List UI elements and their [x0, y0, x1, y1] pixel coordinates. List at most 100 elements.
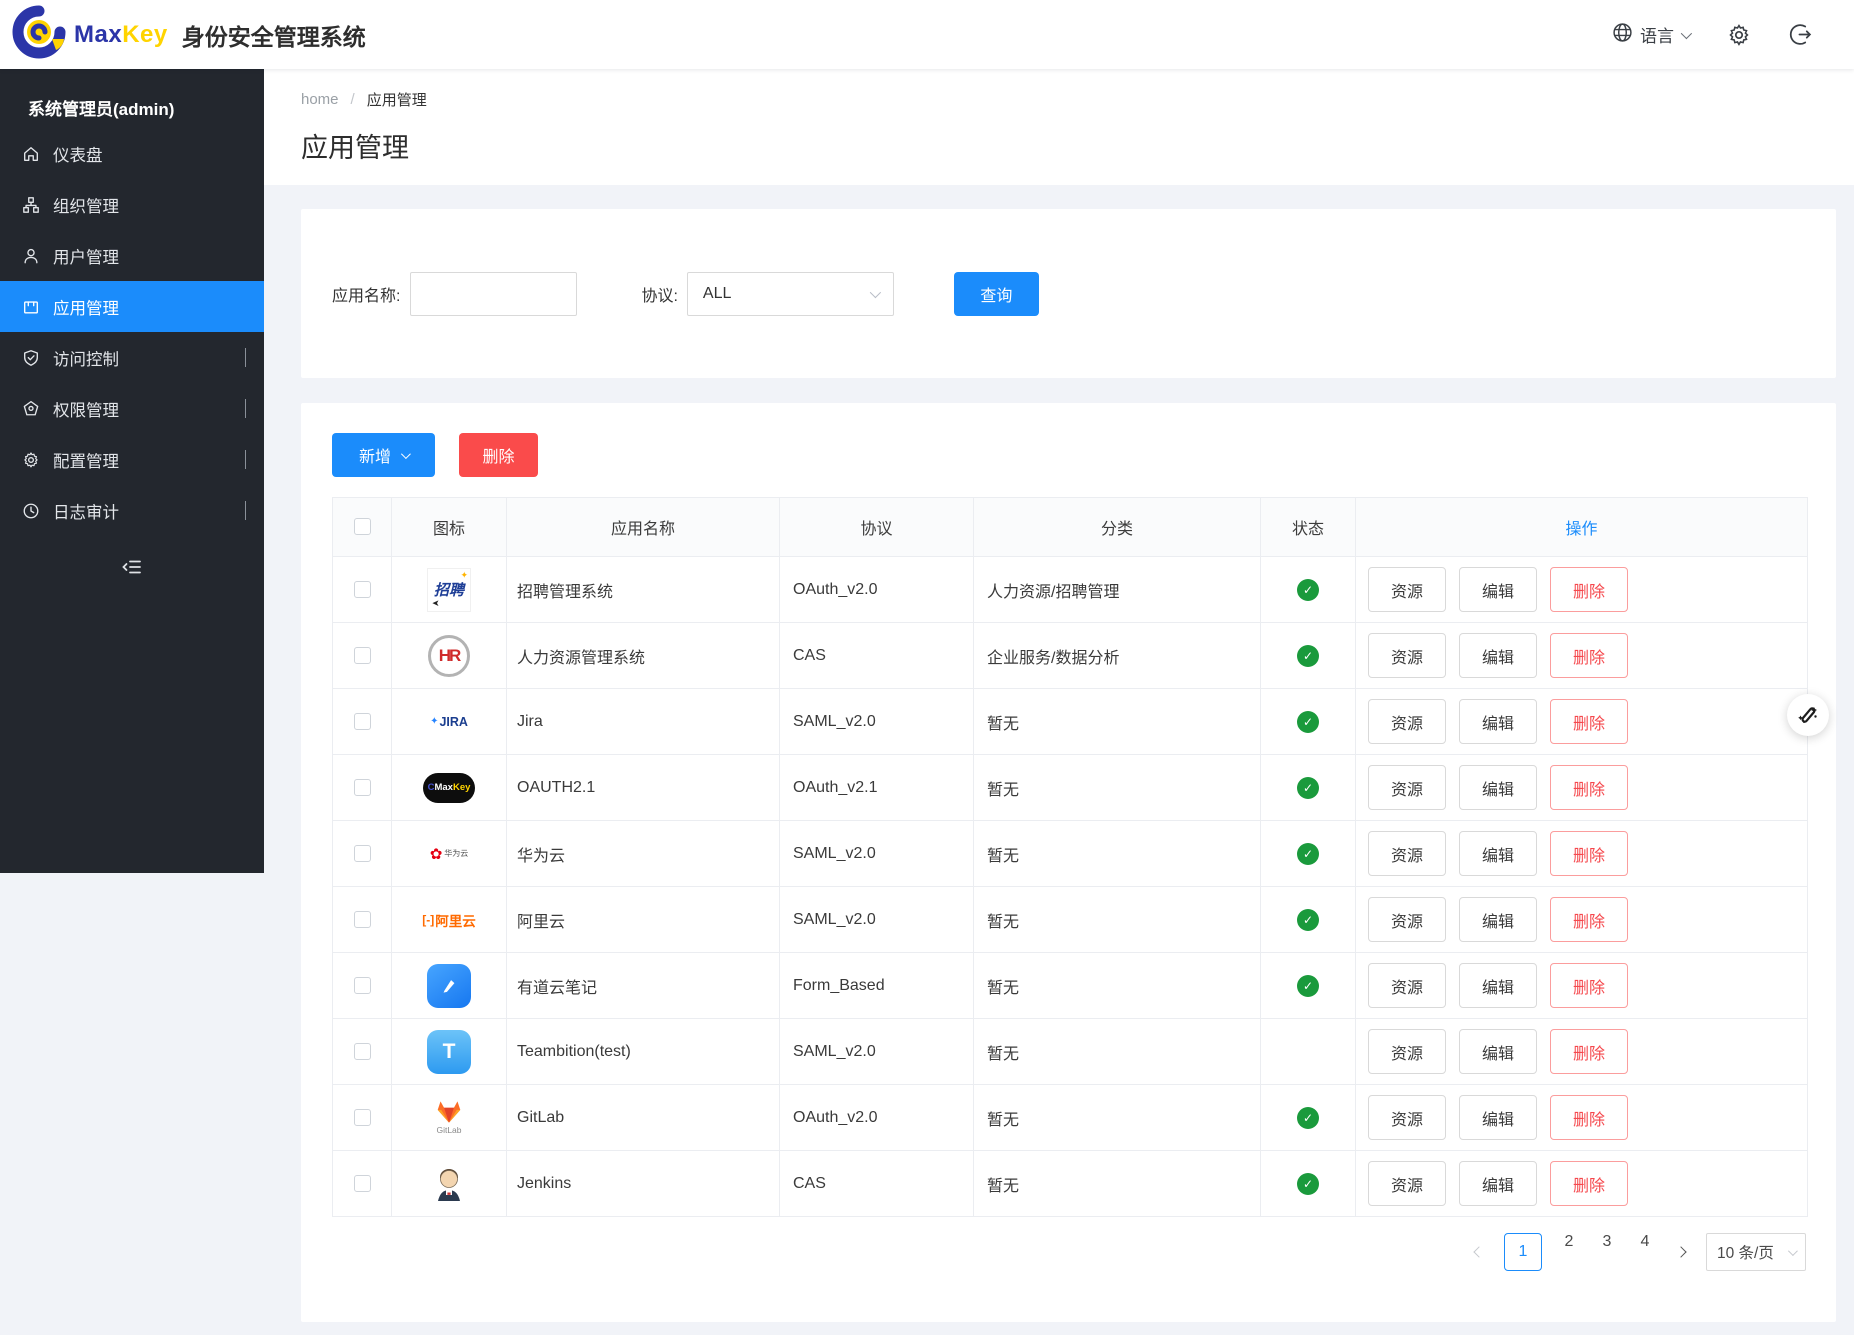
row-delete-button[interactable]: 删除 [1550, 567, 1628, 612]
resource-button[interactable]: 资源 [1368, 1095, 1446, 1140]
row-checkbox[interactable] [354, 845, 371, 862]
page-title: 应用管理 [301, 126, 1854, 165]
resource-button[interactable]: 资源 [1368, 897, 1446, 942]
column-header-protocol: 协议 [780, 498, 974, 557]
sidebar-item-1[interactable]: 组织管理 [0, 179, 264, 230]
edit-button[interactable]: 编辑 [1459, 567, 1537, 612]
chevron-down-icon [245, 399, 246, 418]
row-delete-button[interactable]: 删除 [1550, 699, 1628, 744]
protocol-cell: OAuth_v2.0 [780, 1085, 974, 1151]
resource-button[interactable]: 资源 [1368, 963, 1446, 1008]
protocol-cell: SAML_v2.0 [780, 887, 974, 953]
row-delete-button[interactable]: 删除 [1550, 1095, 1628, 1140]
resource-button[interactable]: 资源 [1368, 699, 1446, 744]
resource-button[interactable]: 资源 [1368, 765, 1446, 810]
breadcrumb-current: 应用管理 [367, 89, 427, 110]
resource-button[interactable]: 资源 [1368, 1161, 1446, 1206]
sidebar-item-5[interactable]: 权限管理 [0, 383, 264, 434]
row-delete-button[interactable]: 删除 [1550, 765, 1628, 810]
row-delete-button[interactable]: 删除 [1550, 897, 1628, 942]
sidebar-item-6[interactable]: 配置管理 [0, 434, 264, 485]
resource-button[interactable]: 资源 [1368, 567, 1446, 612]
table-row-4: ✿华为云华为云SAML_v2.0暂无✓资源编辑删除 [333, 821, 1808, 887]
protocol-cell: CAS [780, 1151, 974, 1217]
pagination-page-3[interactable]: 3 [1596, 1233, 1618, 1271]
maxkey-logo: CMaxKey [423, 779, 475, 796]
row-checkbox[interactable] [354, 1175, 371, 1192]
row-delete-button[interactable]: 删除 [1550, 1029, 1628, 1074]
category-cell: 人力资源/招聘管理 [974, 557, 1261, 623]
table-row-2: ✦JIRAJiraSAML_v2.0暂无✓资源编辑删除 [333, 689, 1808, 755]
sidebar-item-0[interactable]: 仪表盘 [0, 128, 264, 179]
delete-button[interactable]: 删除 [459, 433, 538, 477]
row-checkbox[interactable] [354, 977, 371, 994]
huaweicloud-logo: ✿华为云 [427, 845, 471, 862]
chevron-down-icon [245, 501, 246, 520]
sidebar-item-label: 配置管理 [53, 448, 119, 472]
pagination-page-1[interactable]: 1 [1504, 1233, 1542, 1271]
protocol-select[interactable]: ALL [687, 272, 894, 316]
sidebar-item-3[interactable]: 应用管理 [0, 281, 264, 332]
language-selector[interactable]: 语言 [1612, 22, 1689, 48]
resource-button[interactable]: 资源 [1368, 633, 1446, 678]
edit-button[interactable]: 编辑 [1459, 831, 1537, 876]
status-active-badge: ✓ [1297, 711, 1319, 733]
app-name-cell: OAUTH2.1 [507, 755, 780, 821]
app-name-input[interactable] [410, 272, 577, 316]
category-cell: 暂无 [974, 755, 1261, 821]
row-checkbox[interactable] [354, 1043, 371, 1060]
category-cell: 暂无 [974, 953, 1261, 1019]
search-button[interactable]: 查询 [954, 272, 1039, 316]
edit-button[interactable]: 编辑 [1459, 1095, 1537, 1140]
page-size-select[interactable]: 10 条/页 [1706, 1233, 1806, 1271]
breadcrumb-home-link[interactable]: home [301, 91, 339, 108]
edit-button[interactable]: 编辑 [1459, 963, 1537, 1008]
row-checkbox[interactable] [354, 581, 371, 598]
jenkins-logo [427, 1175, 471, 1192]
status-active-badge: ✓ [1297, 975, 1319, 997]
menu-fold-icon[interactable] [119, 556, 145, 578]
select-all-checkbox[interactable] [354, 518, 371, 535]
resource-button[interactable]: 资源 [1368, 831, 1446, 876]
category-cell: 企业服务/数据分析 [974, 623, 1261, 689]
sidebar-item-2[interactable]: 用户管理 [0, 230, 264, 281]
row-delete-button[interactable]: 删除 [1550, 1161, 1628, 1206]
protocol-cell: Form_Based [780, 953, 974, 1019]
row-checkbox[interactable] [354, 713, 371, 730]
status-active-badge: ✓ [1297, 843, 1319, 865]
row-delete-button[interactable]: 删除 [1550, 963, 1628, 1008]
magic-wand-button[interactable] [1787, 694, 1829, 736]
product-title: 身份安全管理系统 [182, 18, 366, 52]
add-button[interactable]: 新增 [332, 433, 435, 477]
edit-button[interactable]: 编辑 [1459, 1029, 1537, 1074]
chevron-down-icon [1788, 1246, 1798, 1256]
pagination-page-2[interactable]: 2 [1558, 1233, 1580, 1271]
sidebar-item-7[interactable]: 日志审计 [0, 485, 264, 536]
edit-button[interactable]: 编辑 [1459, 765, 1537, 810]
protocol-cell: SAML_v2.0 [780, 821, 974, 887]
breadcrumb: home / 应用管理 [301, 89, 1854, 110]
row-delete-button[interactable]: 删除 [1550, 633, 1628, 678]
settings-button[interactable] [1727, 23, 1751, 47]
edit-button[interactable]: 编辑 [1459, 633, 1537, 678]
edit-button[interactable]: 编辑 [1459, 699, 1537, 744]
row-delete-button[interactable]: 删除 [1550, 831, 1628, 876]
teambition-logo: T [427, 1043, 471, 1060]
zhaopin-logo: 招聘✦➤ [427, 581, 471, 598]
logout-button[interactable] [1789, 23, 1812, 46]
edit-button[interactable]: 编辑 [1459, 897, 1537, 942]
pagination-page-4[interactable]: 4 [1634, 1233, 1656, 1271]
table-row-8: GitLabGitLabOAuth_v2.0暂无✓资源编辑删除 [333, 1085, 1808, 1151]
row-checkbox[interactable] [354, 1109, 371, 1126]
row-checkbox[interactable] [354, 647, 371, 664]
resource-button[interactable]: 资源 [1368, 1029, 1446, 1074]
pagination-prev-button[interactable] [1470, 1248, 1488, 1256]
org-icon [22, 196, 40, 214]
table-row-1: HR人力资源管理系统CAS企业服务/数据分析✓资源编辑删除 [333, 623, 1808, 689]
edit-button[interactable]: 编辑 [1459, 1161, 1537, 1206]
row-checkbox[interactable] [354, 779, 371, 796]
sidebar-item-4[interactable]: 访问控制 [0, 332, 264, 383]
pagination-next-button[interactable] [1672, 1248, 1690, 1256]
row-checkbox[interactable] [354, 911, 371, 928]
app-name-cell: 招聘管理系统 [507, 557, 780, 623]
